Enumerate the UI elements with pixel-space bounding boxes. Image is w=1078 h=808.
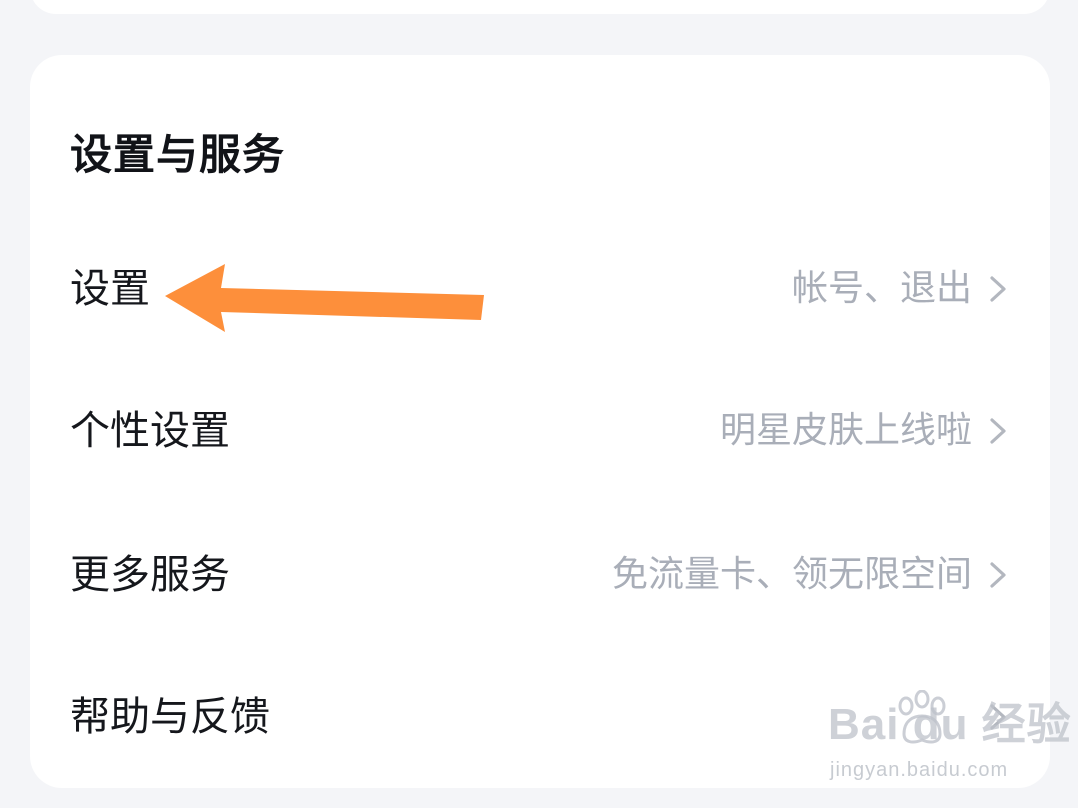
previous-card — [30, 0, 1050, 14]
personalization-label: 个性设置 — [70, 408, 230, 454]
more-services-subtext: 免流量卡、领无限空间 — [611, 554, 972, 595]
watermark-logo: Bai du 经验 — [828, 700, 1072, 749]
more-services-label: 更多服务 — [70, 552, 230, 598]
more-services-row[interactable]: 更多服务 免流量卡、领无限空间 — [30, 525, 1050, 625]
settings-label: 设置 — [70, 266, 150, 312]
personalization-subtext: 明星皮肤上线啦 — [719, 410, 972, 451]
settings-subtext: 帐号、退出 — [791, 268, 972, 309]
chevron-right-icon — [990, 562, 1006, 588]
section-title: 设置与服务 — [70, 130, 286, 179]
chevron-right-icon — [990, 418, 1006, 444]
help-feedback-label: 帮助与反馈 — [70, 694, 270, 740]
chevron-right-icon — [990, 276, 1006, 302]
settings-services-card: 设置与服务 设置 帐号、退出 个性设置 明星皮肤上线啦 更多服务 免流量卡、领无… — [30, 55, 1050, 788]
personalization-row[interactable]: 个性设置 明星皮肤上线啦 — [30, 381, 1050, 481]
annotation-arrow-icon — [165, 264, 484, 332]
watermark-url: jingyan.baidu.com — [830, 759, 1009, 781]
